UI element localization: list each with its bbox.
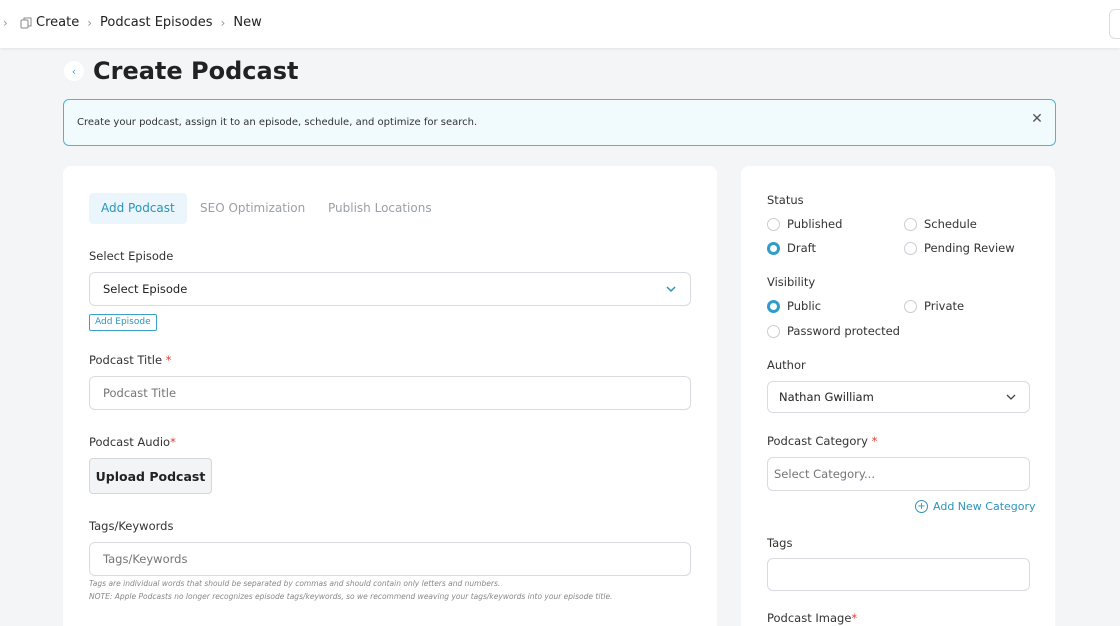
chevron-down-icon <box>1006 394 1016 400</box>
radio-label: Schedule <box>924 217 977 231</box>
topbar-action-button[interactable] <box>1109 9 1120 39</box>
add-episode-button[interactable]: Add Episode <box>89 314 157 331</box>
upload-podcast-button[interactable]: Upload Podcast <box>89 458 212 494</box>
breadcrumb-chevron-icon: › <box>220 15 226 30</box>
podcast-image-label-text: Podcast Image <box>767 611 852 625</box>
visibility-label: Visibility <box>767 275 816 289</box>
publish-settings-card: Status Published Schedule Draft Pending … <box>741 166 1055 626</box>
tags-label: Tags <box>767 536 793 550</box>
tab-publish-locations[interactable]: Publish Locations <box>316 193 444 224</box>
breadcrumb-item-podcast-episodes[interactable]: Podcast Episodes <box>100 15 213 30</box>
podcast-title-label: Podcast Title * <box>89 353 171 367</box>
podcast-category-label-text: Podcast Category <box>767 434 868 448</box>
visibility-password-protected-radio[interactable]: Password protected <box>767 324 900 338</box>
breadcrumb-chevron-icon: › <box>3 16 8 30</box>
required-mark: * <box>165 353 172 367</box>
podcast-audio-label: Podcast Audio* <box>89 435 176 449</box>
page-title: Create Podcast <box>93 57 299 85</box>
status-label: Status <box>767 193 804 207</box>
author-label: Author <box>767 358 806 372</box>
info-banner: Create your podcast, assign it to an epi… <box>63 99 1056 146</box>
tags-hint: Tags are individual words that should be… <box>89 579 501 588</box>
podcast-audio-label-text: Podcast Audio <box>89 435 171 449</box>
radio-icon <box>904 241 917 255</box>
add-new-category-label: Add New Category <box>933 500 1036 513</box>
podcast-icon <box>20 17 32 29</box>
status-draft-radio[interactable]: Draft <box>767 241 816 255</box>
radio-label: Password protected <box>787 324 900 338</box>
radio-icon <box>904 299 917 313</box>
chevron-left-icon: ‹ <box>71 64 77 78</box>
visibility-private-radio[interactable]: Private <box>904 299 964 313</box>
podcast-image-label: Podcast Image* <box>767 611 857 625</box>
breadcrumb-item-create[interactable]: Create <box>36 15 79 30</box>
breadcrumb: Create › Podcast Episodes › New <box>36 15 262 30</box>
required-mark: * <box>170 435 176 449</box>
tab-add-podcast[interactable]: Add Podcast <box>89 193 187 224</box>
radio-label: Published <box>787 217 843 231</box>
top-bar: › Create › Podcast Episodes › New <box>0 0 1120 48</box>
category-input[interactable] <box>767 457 1030 491</box>
radio-label: Draft <box>787 241 816 255</box>
podcast-title-input[interactable] <box>89 376 691 410</box>
author-select[interactable]: Nathan Gwilliam <box>767 381 1030 413</box>
radio-selected-icon <box>767 241 780 255</box>
radio-icon <box>767 217 780 231</box>
status-schedule-radio[interactable]: Schedule <box>904 217 977 231</box>
radio-label: Pending Review <box>924 241 1015 255</box>
radio-label: Public <box>787 299 822 313</box>
tags-keywords-input[interactable] <box>89 542 691 576</box>
back-button[interactable]: ‹ <box>64 61 84 81</box>
required-mark: * <box>851 611 858 625</box>
podcast-category-label: Podcast Category * <box>767 434 877 448</box>
episode-select-value: Select Episode <box>103 282 188 296</box>
chevron-down-icon <box>666 286 676 293</box>
status-published-radio[interactable]: Published <box>767 217 842 231</box>
banner-text: Create your podcast, assign it to an epi… <box>77 117 478 128</box>
episode-select[interactable]: Select Episode <box>89 272 691 306</box>
podcast-title-label-text: Podcast Title <box>89 353 163 367</box>
radio-label: Private <box>924 299 965 313</box>
radio-selected-icon <box>767 299 780 313</box>
status-pending-review-radio[interactable]: Pending Review <box>904 241 1015 255</box>
add-new-category-button[interactable]: + Add New Category <box>915 500 1036 513</box>
episode-label: Select Episode <box>89 249 174 263</box>
tab-seo-optimization[interactable]: SEO Optimization <box>188 193 317 224</box>
radio-icon <box>767 324 780 338</box>
tags-input[interactable] <box>767 558 1030 591</box>
radio-icon <box>904 217 917 231</box>
required-mark: * <box>871 434 878 448</box>
visibility-public-radio[interactable]: Public <box>767 299 821 313</box>
plus-circle-icon: + <box>915 500 928 513</box>
tags-keywords-label: Tags/Keywords <box>89 519 174 533</box>
podcast-form-card: Add Podcast SEO Optimization Publish Loc… <box>63 166 717 626</box>
breadcrumb-chevron-icon: › <box>87 15 93 30</box>
close-icon[interactable]: ✕ <box>1029 111 1045 127</box>
apple-podcasts-note: NOTE: Apple Podcasts no longer recognize… <box>89 592 613 601</box>
author-select-value: Nathan Gwilliam <box>779 390 874 404</box>
breadcrumb-item-new: New <box>233 15 262 30</box>
